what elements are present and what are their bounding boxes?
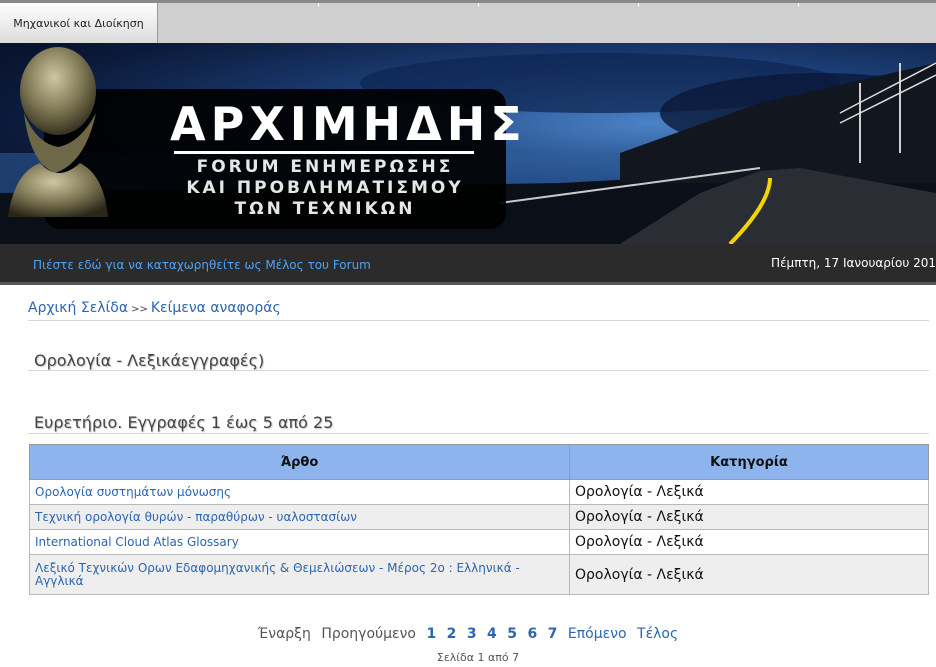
breadcrumb-separator: >> xyxy=(131,304,148,315)
page-link-5[interactable]: 5 xyxy=(507,626,517,642)
page-info: Σελίδα 1 από 7 xyxy=(436,651,520,664)
page-link-7[interactable]: 7 xyxy=(548,626,558,642)
top-tab-bar: Μηχανικοί και Διοίκηση xyxy=(0,0,936,43)
pager-previous: Προηγούμενο xyxy=(321,626,416,642)
table-row: International Cloud Atlas Glossary Ορολο… xyxy=(29,529,929,555)
page-link-1[interactable]: 1 xyxy=(426,626,436,642)
page-link-4[interactable]: 4 xyxy=(487,626,497,642)
index-title: Ευρετήριο. Εγγραφές 1 έως 5 από 25 xyxy=(34,413,334,432)
breadcrumb-home-link[interactable]: Αρχική Σελίδα xyxy=(28,300,128,316)
category-cell: Ορολογία - Λεξικά xyxy=(569,554,929,595)
logo-subtitle-line2: ΚΑΙ ΠΡΟΒΛΗΜΑΤΙΣΜΟΥ xyxy=(186,178,464,198)
info-strip: Πιέστε εδώ για να καταχωρηθείτε ως Μέλος… xyxy=(0,244,936,285)
divider xyxy=(28,370,929,371)
tab-divider xyxy=(478,3,479,7)
breadcrumb-current-link[interactable]: Κείμενα αναφοράς xyxy=(151,300,281,316)
column-header-category[interactable]: Κατηγορία xyxy=(569,444,929,480)
pager-start: Έναρξη xyxy=(257,626,311,642)
article-link[interactable]: Ορολογία συστημάτων μόνωσης xyxy=(29,479,570,505)
site-logo-title: ΑΡΧΙΜΗΔΗΣ xyxy=(170,97,527,151)
table-row: Ορολογία συστημάτων μόνωσης Ορολογία - Λ… xyxy=(29,479,929,505)
article-link[interactable]: International Cloud Atlas Glossary xyxy=(29,529,570,555)
logo-subtitle-line1: FORUM ΕΝΗΜΕΡΩΣΗΣ xyxy=(196,157,454,177)
divider xyxy=(28,320,929,321)
tab-divider xyxy=(318,3,319,7)
article-link-text: Λεξικό Τεχνικών Ορων Εδαφομηχανικής & Θε… xyxy=(35,560,520,588)
column-header-article[interactable]: Άρθο xyxy=(29,444,570,480)
section-title: Ορολογία - Λεξικάεγγραφές) xyxy=(34,351,265,370)
divider xyxy=(28,433,929,434)
page-link-3[interactable]: 3 xyxy=(467,626,477,642)
current-date: Πέμπτη, 17 Ιανουαρίου 201 xyxy=(771,256,936,270)
pager-next-link[interactable]: Επόμενο xyxy=(568,626,627,642)
breadcrumb: Αρχική Σελίδα >> Κείμενα αναφοράς xyxy=(28,300,281,316)
page-link-2[interactable]: 2 xyxy=(447,626,457,642)
page-link-6[interactable]: 6 xyxy=(527,626,537,642)
pager-end-link[interactable]: Τέλος xyxy=(637,626,678,642)
category-cell: Ορολογία - Λεξικά xyxy=(569,479,929,505)
logo-subtitle-line3: ΤΩΝ ΤΕΧΝΙΚΩΝ xyxy=(234,199,416,219)
table-header-row: Άρθο Κατηγορία xyxy=(29,444,929,480)
logo-divider xyxy=(174,151,474,154)
tab-divider xyxy=(798,3,799,7)
table-row: Τεχνική ορολογία θυρών - παραθύρων - υαλ… xyxy=(29,504,929,530)
register-link[interactable]: Πιέστε εδώ για να καταχωρηθείτε ως Μέλος… xyxy=(33,258,371,272)
pagination: Έναρξη Προηγούμενο 1 2 3 4 5 6 7 Επόμενο… xyxy=(0,626,936,642)
table-row: Λεξικό Τεχνικών Ορων Εδαφομηχανικής & Θε… xyxy=(29,554,929,595)
tab-label: Μηχανικοί και Διοίκηση xyxy=(13,17,144,30)
article-link[interactable]: Τεχνική ορολογία θυρών - παραθύρων - υαλ… xyxy=(29,504,570,530)
header-banner: ΑΡΧΙΜΗΔΗΣ FORUM ΕΝΗΜΕΡΩΣΗΣ ΚΑΙ ΠΡΟΒΛΗΜΑΤ… xyxy=(0,43,936,244)
article-link[interactable]: Λεξικό Τεχνικών Ορων Εδαφομηχανικής & Θε… xyxy=(29,554,570,595)
category-cell: Ορολογία - Λεξικά xyxy=(569,504,929,530)
tab-engineers-administration[interactable]: Μηχανικοί και Διοίκηση xyxy=(0,3,158,43)
archimedes-bust-icon xyxy=(8,47,108,217)
category-cell: Ορολογία - Λεξικά xyxy=(569,529,929,555)
tab-divider xyxy=(638,3,639,7)
articles-table: Άρθο Κατηγορία Ορολογία συστημάτων μόνωσ… xyxy=(29,444,929,595)
